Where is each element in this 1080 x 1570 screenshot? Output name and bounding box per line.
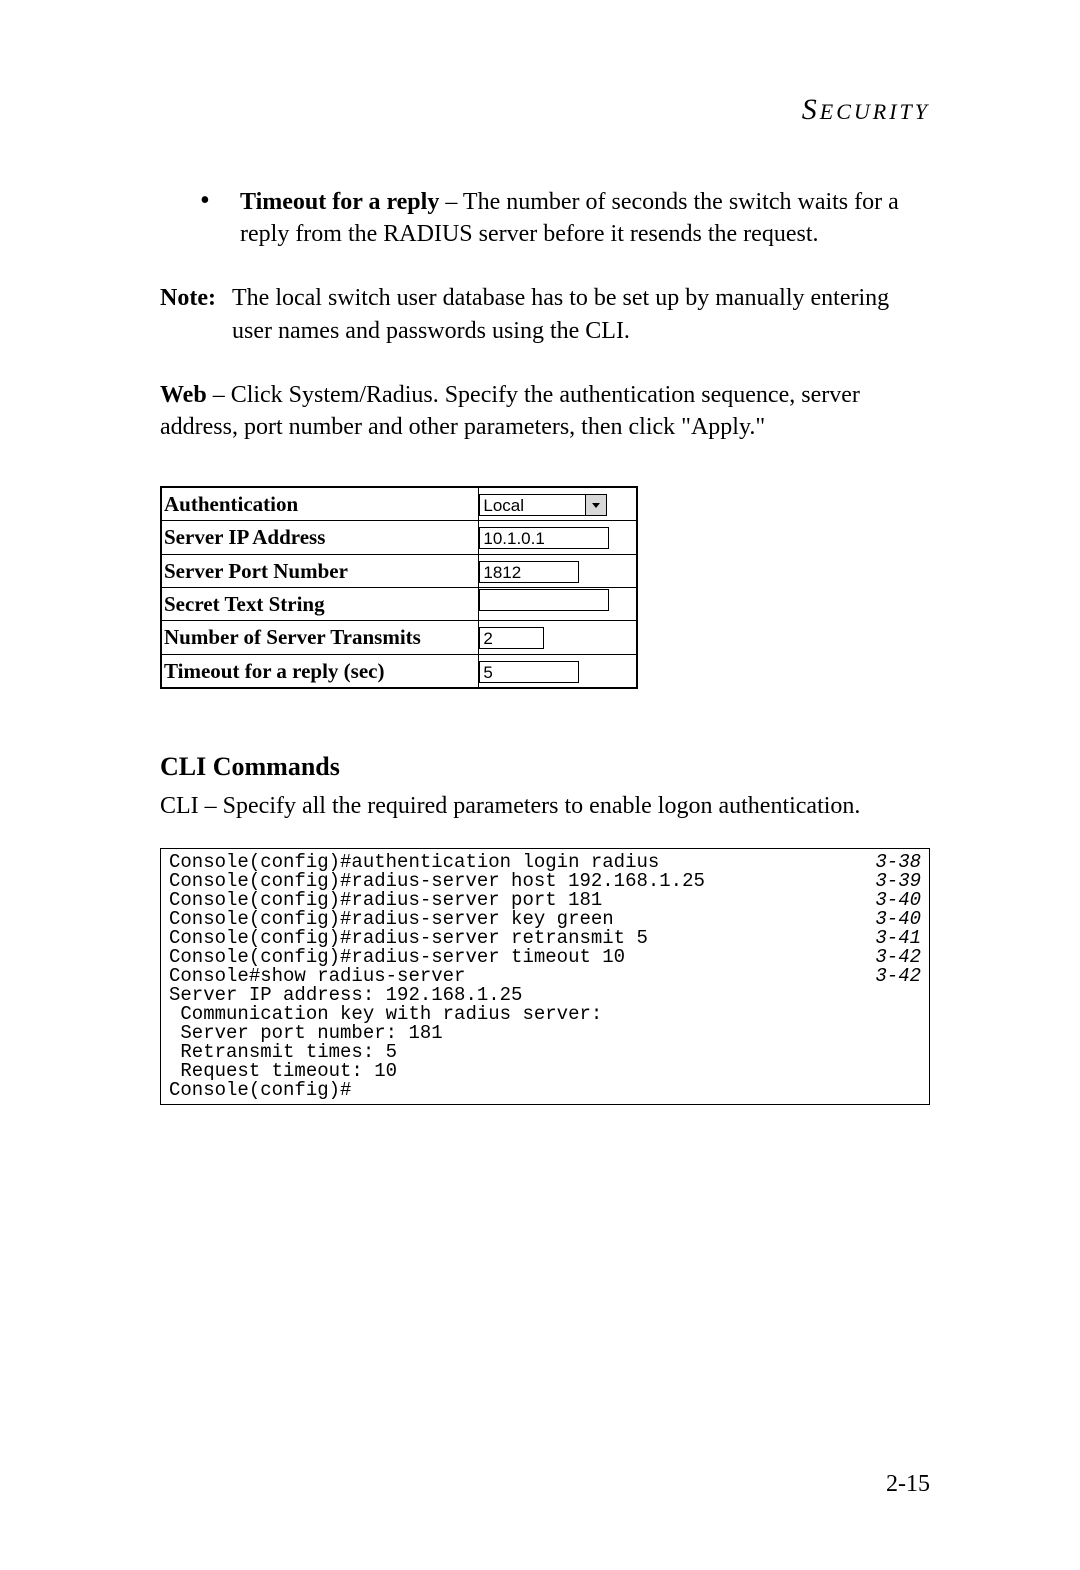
cli-page-ref	[851, 1005, 921, 1024]
running-header: SECURITY	[160, 90, 930, 131]
cli-page-ref	[851, 986, 921, 1005]
form-row: Timeout for a reply (sec)5	[161, 654, 637, 688]
form-row: Server Port Number1812	[161, 554, 637, 587]
form-row: Secret Text String	[161, 587, 637, 620]
form-field-cell: 1812	[479, 554, 637, 587]
form-label: Number of Server Transmits	[161, 621, 479, 654]
radius-form-table: AuthenticationLocalServer IP Address10.1…	[160, 486, 638, 689]
cli-heading: CLI Commands	[160, 749, 930, 784]
web-sep: –	[207, 382, 231, 408]
bullet-marker: •	[200, 186, 240, 251]
text-input[interactable]	[479, 589, 609, 611]
text-input[interactable]: 10.1.0.1	[479, 527, 609, 549]
web-label: Web	[160, 382, 207, 408]
cli-page-ref	[851, 1081, 921, 1100]
form-row: Server IP Address10.1.0.1	[161, 521, 637, 554]
bullet-term: Timeout for a reply	[240, 189, 439, 215]
form-field-cell: 10.1.0.1	[479, 521, 637, 554]
web-body: Click System/Radius. Specify the authent…	[160, 382, 860, 440]
bullet-text: Timeout for a reply – The number of seco…	[240, 186, 930, 251]
page: SECURITY • Timeout for a reply – The num…	[0, 0, 1080, 1570]
form-field-cell: 2	[479, 621, 637, 654]
web-paragraph: Web – Click System/Radius. Specify the a…	[160, 379, 930, 444]
cli-output-box: Console(config)#authentication login rad…	[160, 848, 930, 1105]
cli-line: Console(config)#	[169, 1081, 921, 1100]
cli-page-ref: 3-42	[851, 967, 921, 986]
cli-page-ref	[851, 1043, 921, 1062]
form-label: Authentication	[161, 487, 479, 521]
cli-intro: CLI – Specify all the required parameter…	[160, 790, 930, 822]
note-body: The local switch user database has to be…	[232, 282, 930, 347]
cli-page-ref	[851, 1024, 921, 1043]
form-label: Server Port Number	[161, 554, 479, 587]
cli-page-ref	[851, 1062, 921, 1081]
running-header-initial: S	[802, 93, 820, 126]
note-label: Note:	[160, 282, 232, 347]
form-label: Server IP Address	[161, 521, 479, 554]
bullet-item: • Timeout for a reply – The number of se…	[200, 186, 930, 251]
text-input[interactable]: 1812	[479, 561, 579, 583]
form-row: Number of Server Transmits2	[161, 621, 637, 654]
cli-command: Console(config)#	[169, 1081, 851, 1100]
form-label: Secret Text String	[161, 587, 479, 620]
text-input[interactable]: 2	[479, 627, 544, 649]
page-number: 2-15	[886, 1468, 930, 1500]
running-header-rest: ECURITY	[820, 99, 930, 124]
note-block: Note: The local switch user database has…	[160, 282, 930, 347]
authentication-select[interactable]: Local	[479, 494, 607, 516]
bullet-sep: –	[439, 189, 463, 215]
form-field-cell: 5	[479, 654, 637, 688]
form-field-cell	[479, 587, 637, 620]
form-row: AuthenticationLocal	[161, 487, 637, 521]
form-label: Timeout for a reply (sec)	[161, 654, 479, 688]
text-input[interactable]: 5	[479, 661, 579, 683]
form-field-cell: Local	[479, 487, 637, 521]
chevron-down-icon[interactable]	[585, 495, 606, 515]
